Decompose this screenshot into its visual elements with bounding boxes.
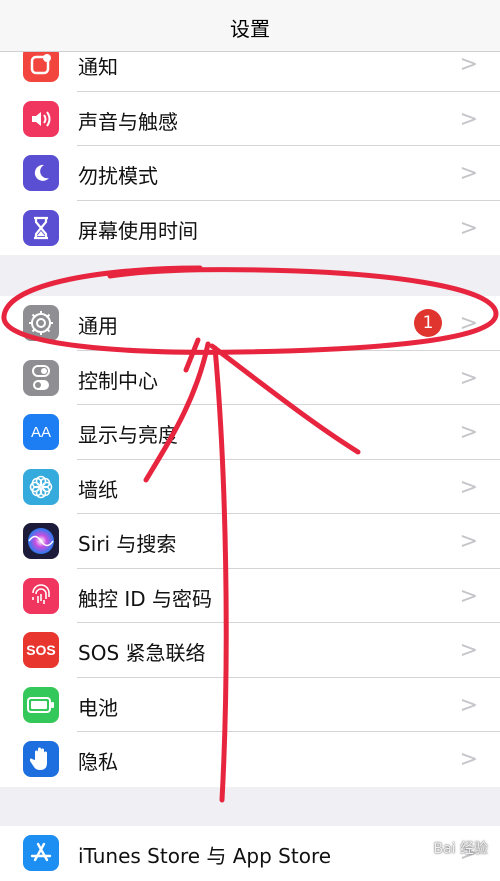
gear-icon bbox=[23, 305, 59, 341]
navigation-bar: 设置 bbox=[0, 0, 500, 52]
settings-row-sounds[interactable]: 声音与触感 > bbox=[0, 92, 500, 147]
moon-icon bbox=[23, 155, 59, 191]
settings-row-label: 控制中心 bbox=[78, 368, 158, 393]
settings-row-wallpaper[interactable]: 墙纸 > bbox=[0, 460, 500, 515]
toggle-switch-icon bbox=[23, 359, 59, 396]
chevron-right-icon: > bbox=[459, 215, 478, 241]
text-size-icon: AA bbox=[23, 414, 59, 450]
sos-icon: SOS bbox=[23, 632, 59, 668]
speaker-icon bbox=[23, 100, 59, 137]
settings-row-label: 触控 ID 与密码 bbox=[78, 586, 213, 611]
settings-row-label: 声音与触感 bbox=[78, 109, 178, 134]
settings-row-label: Siri 与搜索 bbox=[78, 532, 177, 556]
settings-row-do-not-disturb[interactable]: 勿扰模式 > bbox=[0, 146, 500, 201]
chevron-right-icon: > bbox=[459, 311, 478, 336]
settings-row-label: 通用 bbox=[78, 314, 118, 338]
settings-group-notifications: 通知 > 声音与触感 > 勿扰模式 > 屏幕使用时间 > bbox=[0, 37, 500, 255]
settings-row-touch-id[interactable]: 触控 ID 与密码 > bbox=[0, 569, 500, 624]
notification-badge: 1 bbox=[414, 309, 442, 337]
settings-row-emergency-sos[interactable]: SOS SOS 紧急联络 > bbox=[0, 623, 500, 678]
settings-row-display[interactable]: AA 显示与亮度 > bbox=[0, 405, 500, 460]
hand-icon bbox=[23, 741, 59, 777]
settings-row-label: iTunes Store 与 App Store bbox=[78, 844, 332, 868]
settings-row-app-store[interactable]: iTunes Store 与 App Store > bbox=[0, 826, 500, 881]
chevron-right-icon: > bbox=[459, 747, 478, 772]
page-title: 设置 bbox=[230, 17, 270, 41]
settings-row-label: SOS 紧急联络 bbox=[78, 641, 206, 665]
flower-icon bbox=[23, 468, 59, 505]
chevron-right-icon: > bbox=[459, 583, 478, 609]
settings-row-label: 电池 bbox=[78, 695, 118, 720]
settings-row-siri[interactable]: Siri 与搜索 > bbox=[0, 514, 500, 569]
app-store-icon bbox=[23, 835, 59, 871]
settings-row-battery[interactable]: 电池 > bbox=[0, 678, 500, 733]
settings-group-store: iTunes Store 与 App Store > bbox=[0, 826, 500, 881]
chevron-right-icon: > bbox=[459, 161, 478, 186]
settings-row-label: 显示与亮度 bbox=[78, 423, 178, 447]
siri-icon bbox=[23, 523, 59, 559]
chevron-right-icon: > bbox=[459, 365, 478, 391]
settings-row-label: 墙纸 bbox=[78, 477, 118, 502]
settings-row-label: 勿扰模式 bbox=[78, 164, 158, 188]
chevron-right-icon: > bbox=[459, 52, 478, 77]
chevron-right-icon: > bbox=[459, 106, 478, 132]
settings-group-general: 通用 1 > 控制中心 > AA 显示与亮度 > 墙纸 > Siri 与搜索 >… bbox=[0, 296, 500, 787]
chevron-right-icon: > bbox=[459, 638, 478, 663]
chevron-right-icon: > bbox=[459, 692, 478, 718]
settings-row-control-center[interactable]: 控制中心 > bbox=[0, 351, 500, 406]
watermark: Bai 经验 bbox=[433, 841, 488, 857]
chevron-right-icon: > bbox=[459, 420, 478, 445]
hourglass-icon bbox=[23, 209, 59, 246]
settings-row-label: 隐私 bbox=[78, 750, 118, 774]
battery-icon bbox=[23, 686, 59, 723]
settings-row-privacy[interactable]: 隐私 > bbox=[0, 732, 500, 787]
chevron-right-icon: > bbox=[459, 529, 478, 554]
chevron-right-icon: > bbox=[459, 474, 478, 500]
settings-row-screen-time[interactable]: 屏幕使用时间 > bbox=[0, 201, 500, 256]
settings-row-general[interactable]: 通用 1 > bbox=[0, 296, 500, 351]
settings-row-label: 屏幕使用时间 bbox=[78, 218, 198, 243]
fingerprint-icon bbox=[23, 577, 59, 614]
settings-row-label: 通知 bbox=[78, 55, 118, 79]
